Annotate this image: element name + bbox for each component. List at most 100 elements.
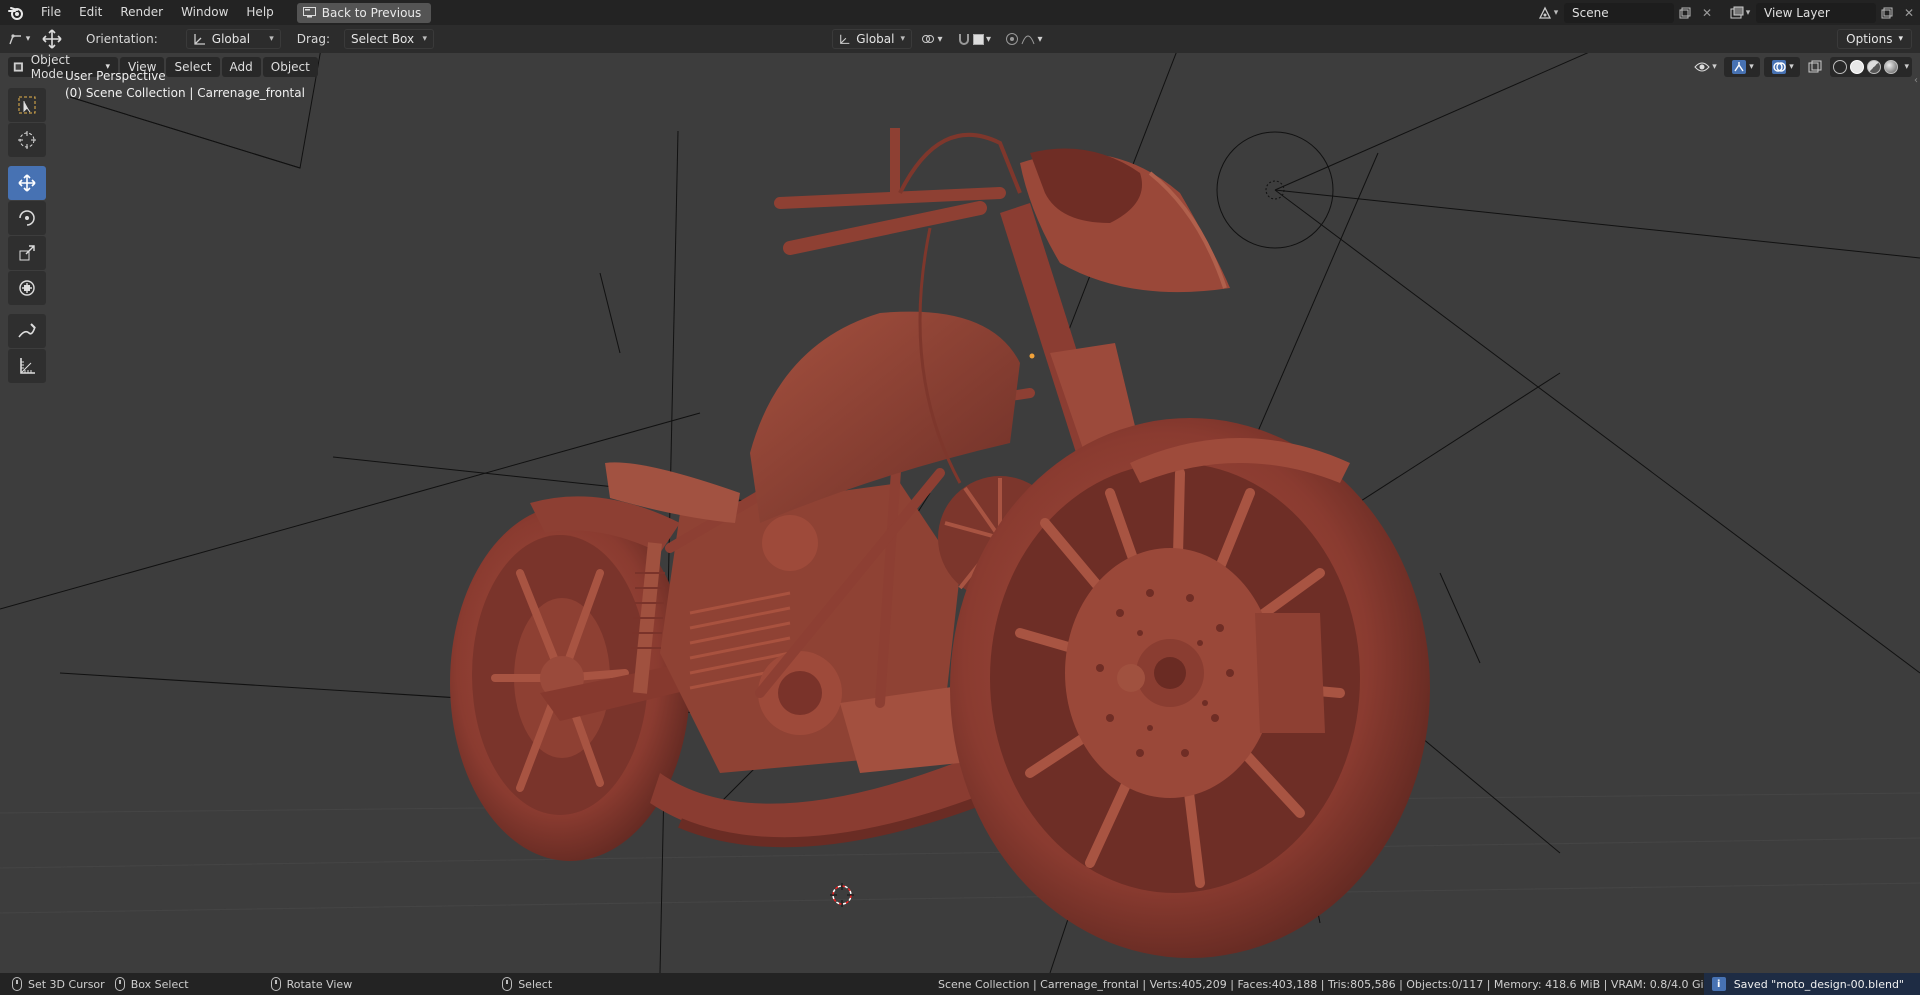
back-to-previous-button[interactable]: Back to Previous bbox=[296, 2, 432, 23]
drag-dropdown[interactable]: Select Box ▾ bbox=[343, 29, 434, 49]
delete-view-layer-icon[interactable]: ✕ bbox=[1898, 3, 1920, 23]
annotate-tool[interactable] bbox=[8, 314, 46, 348]
snap-button[interactable]: ▾ bbox=[952, 29, 996, 49]
chevron-down-icon[interactable]: ▾ bbox=[1904, 62, 1909, 72]
menu-file[interactable]: File bbox=[32, 0, 70, 25]
sidebar-collapse-icon[interactable]: ‹ bbox=[1914, 75, 1918, 86]
scene-name-field[interactable]: Scene bbox=[1564, 2, 1674, 23]
magnet-icon bbox=[958, 34, 969, 45]
scene-selector-button[interactable]: ▾ bbox=[1532, 3, 1564, 23]
annotate-icon bbox=[18, 323, 36, 338]
overlays-icon bbox=[1772, 60, 1787, 74]
view-layer-field[interactable]: View Layer bbox=[1756, 2, 1876, 23]
xray-toggle-button[interactable] bbox=[1804, 57, 1826, 77]
viewport-header-right: ▾ ▾ ▾ ▾ bbox=[1690, 56, 1912, 78]
move-icon bbox=[18, 174, 36, 192]
3d-viewport[interactable]: Object Mode ▾ View Select Add Object ▾ ▾… bbox=[0, 53, 1920, 973]
eye-icon bbox=[1694, 62, 1710, 72]
mouse-middle-icon bbox=[270, 977, 281, 991]
screen-icon bbox=[302, 7, 316, 18]
tool-shelf bbox=[8, 88, 46, 384]
saved-notification[interactable]: i Saved "moto_design-00.blend" bbox=[1703, 973, 1920, 995]
transform-icon bbox=[19, 280, 35, 296]
3d-cursor-icon[interactable] bbox=[830, 883, 854, 907]
global-axis-icon bbox=[194, 33, 205, 45]
falloff-icon bbox=[1022, 35, 1035, 45]
pivot-point-button[interactable]: ▾ bbox=[918, 29, 946, 49]
object-mode-icon bbox=[13, 62, 23, 72]
menu-edit[interactable]: Edit bbox=[70, 0, 111, 25]
options-dropdown[interactable]: Options ▾ bbox=[1837, 29, 1912, 49]
transform-orientation-dropdown[interactable]: Global ▾ bbox=[832, 29, 912, 49]
snap-target-icon bbox=[972, 33, 984, 45]
status-box-select: Box Select bbox=[105, 977, 189, 991]
mouse-right-icon bbox=[502, 977, 513, 991]
proportional-editing-button[interactable]: ▾ bbox=[1002, 29, 1046, 49]
rotate-icon bbox=[19, 210, 35, 226]
measure-tool[interactable] bbox=[8, 349, 46, 383]
orientation-value: Global bbox=[211, 32, 251, 46]
overlays-toggle-button[interactable]: ▾ bbox=[1764, 57, 1801, 77]
editor-type-button[interactable]: ▾ bbox=[0, 29, 38, 49]
orientation-label: Orientation: bbox=[86, 32, 158, 46]
saved-message: Saved "moto_design-00.blend" bbox=[1733, 977, 1904, 991]
solid-shading-icon[interactable] bbox=[1850, 60, 1865, 74]
options-label: Options bbox=[1846, 32, 1893, 46]
box-select-label: Box Select bbox=[130, 977, 189, 991]
viewport-menu-add[interactable]: Add bbox=[221, 57, 261, 77]
set-cursor-label: Set 3D Cursor bbox=[28, 977, 105, 991]
chevron-down-icon: ▾ bbox=[1037, 33, 1043, 45]
chevron-down-icon: ▾ bbox=[937, 33, 943, 45]
material-preview-shading-icon[interactable] bbox=[1867, 60, 1882, 74]
menu-render[interactable]: Render bbox=[111, 0, 172, 25]
orientation-dropdown[interactable]: Global ▾ bbox=[185, 29, 281, 49]
motorcycle-model[interactable] bbox=[450, 128, 1430, 958]
delete-scene-icon[interactable]: ✕ bbox=[1696, 3, 1718, 23]
mouse-left-icon bbox=[12, 977, 22, 991]
rotate-tool[interactable] bbox=[8, 201, 46, 235]
status-set-cursor: Set 3D Cursor bbox=[0, 977, 105, 991]
chevron-down-icon: ▾ bbox=[25, 34, 31, 44]
top-bar: File Edit Render Window Help Back to Pre… bbox=[0, 0, 1920, 25]
select-label: Select bbox=[518, 977, 553, 991]
chevron-down-icon: ▾ bbox=[1749, 62, 1754, 72]
chevron-down-icon: ▾ bbox=[900, 34, 905, 44]
transform-settings-group: Global ▾ ▾ ▾ ▾ bbox=[832, 29, 1046, 49]
menu-window[interactable]: Window bbox=[172, 0, 237, 25]
viewport-menu-object[interactable]: Object bbox=[262, 57, 318, 77]
new-scene-icon[interactable] bbox=[1674, 3, 1696, 23]
wireframe-shading-icon[interactable] bbox=[1833, 60, 1848, 74]
info-icon: i bbox=[1711, 977, 1726, 991]
chevron-down-icon: ▾ bbox=[1789, 62, 1794, 72]
status-rotate-view: Rotate View bbox=[189, 977, 352, 991]
new-view-layer-icon[interactable] bbox=[1876, 3, 1898, 23]
transform-tool[interactable] bbox=[8, 271, 46, 305]
menu-help[interactable]: Help bbox=[237, 0, 282, 25]
view-layer-selector-button[interactable]: ▾ bbox=[1724, 3, 1756, 23]
move-tool[interactable] bbox=[8, 166, 46, 200]
chevron-down-icon: ▾ bbox=[1553, 7, 1559, 18]
transform-orientation-value: Global bbox=[856, 32, 895, 46]
shading-mode-group: ▾ bbox=[1830, 57, 1912, 77]
chevron-down-icon: ▾ bbox=[1745, 7, 1751, 18]
select-box-tool[interactable] bbox=[8, 88, 46, 122]
move-tool-icon bbox=[38, 29, 66, 49]
proportional-edit-icon bbox=[1006, 33, 1019, 45]
top-right-controls: ▾ Scene ✕ ▾ View Layer ✕ bbox=[1532, 0, 1920, 25]
view-layer-icon bbox=[1730, 6, 1744, 18]
chevron-down-icon: ▾ bbox=[1898, 34, 1903, 44]
status-bar: Set 3D Cursor Box Select Rotate View Sel… bbox=[0, 973, 1920, 995]
scale-tool[interactable] bbox=[8, 236, 46, 270]
viewport-scene bbox=[0, 53, 1920, 973]
cursor-tool[interactable] bbox=[8, 123, 46, 157]
mouse-drag-icon bbox=[114, 977, 125, 991]
visibility-button[interactable]: ▾ bbox=[1690, 57, 1720, 77]
chevron-down-icon: ▾ bbox=[422, 34, 427, 44]
gizmo-toggle-button[interactable]: ▾ bbox=[1724, 57, 1761, 77]
tool-settings-header: ▾ Orientation: Global ▾ Drag: Select Box… bbox=[0, 25, 1920, 53]
editor-type-icon bbox=[9, 34, 21, 45]
cursor-icon bbox=[18, 131, 36, 149]
viewport-menu-select[interactable]: Select bbox=[166, 57, 220, 77]
rendered-shading-icon[interactable] bbox=[1884, 60, 1899, 74]
blender-logo-icon[interactable] bbox=[0, 0, 32, 25]
